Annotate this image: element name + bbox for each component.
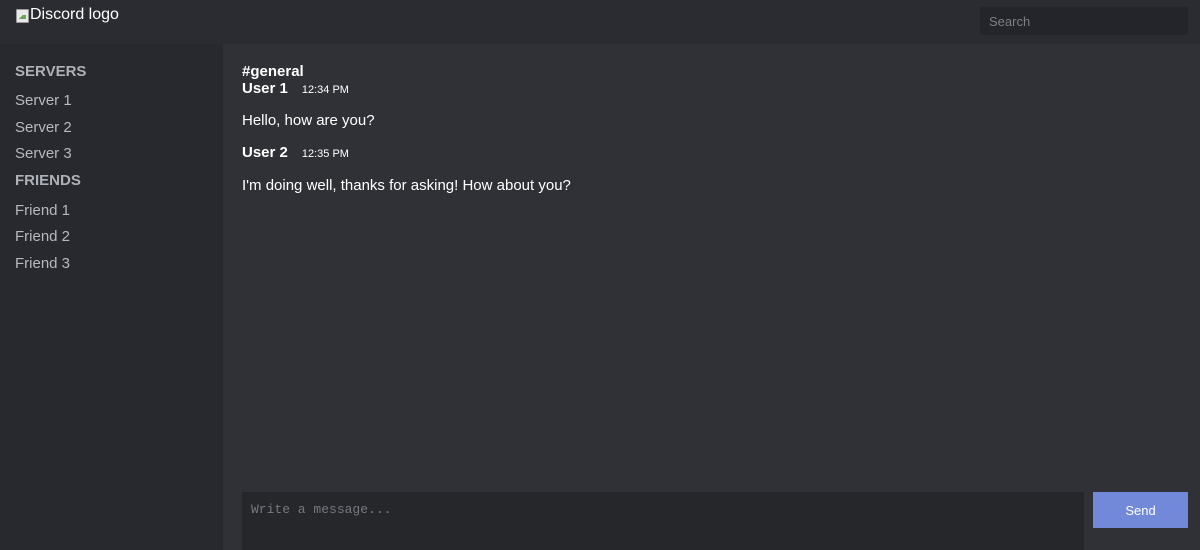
broken-image-icon — [15, 7, 29, 23]
chat-panel: #general User 1 12:34 PM Hello, how are … — [223, 44, 1200, 550]
search-input[interactable] — [980, 7, 1188, 35]
sidebar-item-friend-3[interactable]: Friend 3 — [15, 255, 70, 272]
sidebar-item-server-3[interactable]: Server 3 — [15, 145, 72, 162]
message-timestamp: 12:34 PM — [301, 84, 349, 96]
message-header: User 2 12:35 PM — [242, 144, 349, 161]
sidebar: SERVERS Server 1 Server 2 Server 3 FRIEN… — [0, 44, 223, 550]
sidebar-item-server-1[interactable]: Server 1 — [15, 92, 72, 109]
channel-title: #general — [242, 63, 304, 80]
message-input[interactable] — [242, 492, 1084, 550]
sidebar-item-friend-2[interactable]: Friend 2 — [15, 228, 70, 245]
servers-heading: SERVERS — [15, 63, 87, 80]
friends-heading: FRIENDS — [15, 172, 81, 189]
send-button[interactable]: Send — [1093, 492, 1188, 528]
discord-logo[interactable]: Discord logo — [15, 6, 119, 24]
message-author[interactable]: User 1 — [242, 80, 288, 97]
message-author[interactable]: User 2 — [242, 144, 288, 161]
sidebar-item-server-2[interactable]: Server 2 — [15, 119, 72, 136]
sidebar-item-friend-1[interactable]: Friend 1 — [15, 202, 70, 219]
message-header: User 1 12:34 PM — [242, 80, 349, 97]
logo-alt-text: Discord logo — [30, 6, 119, 23]
message-timestamp: 12:35 PM — [301, 148, 349, 160]
top-header: Discord logo — [0, 0, 1200, 44]
message-text: I'm doing well, thanks for asking! How a… — [242, 177, 571, 194]
message-text: Hello, how are you? — [242, 112, 375, 129]
app-window: Discord logo SERVERS Server 1 Server 2 S… — [0, 0, 1200, 550]
